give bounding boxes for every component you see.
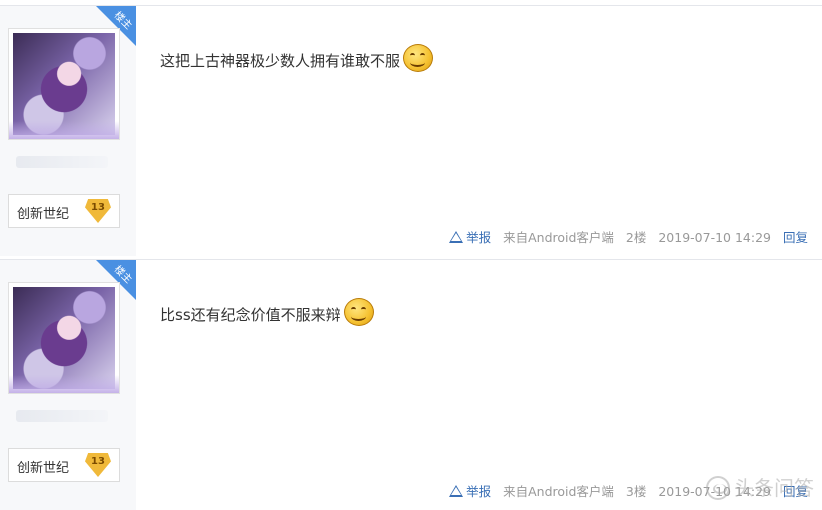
level-name: 创新世纪 bbox=[17, 207, 70, 222]
username-blurred bbox=[16, 410, 108, 422]
avatar[interactable] bbox=[8, 282, 120, 394]
post-source: 来自Android客户端 bbox=[503, 484, 614, 499]
avatar-image bbox=[9, 33, 119, 139]
post-floor-2: 楼主 创新世纪 13 这把上古神器极少数人拥有谁敢不服 举报 来自Android… bbox=[0, 5, 822, 256]
avatar[interactable] bbox=[8, 28, 120, 140]
post-footer: 举报 来自Android客户端 2楼 2019-07-10 14:29 回复 bbox=[449, 227, 808, 246]
report-link[interactable]: 举报 bbox=[466, 230, 491, 245]
watermark: 头条问答 bbox=[706, 472, 814, 501]
post-source: 来自Android客户端 bbox=[503, 230, 614, 245]
post-time: 2019-07-10 14:29 bbox=[658, 230, 771, 245]
username-blurred bbox=[16, 156, 108, 168]
post-text: 比ss还有纪念价值不服来辩 bbox=[160, 306, 341, 324]
post-content: 这把上古神器极少数人拥有谁敢不服 bbox=[160, 44, 434, 72]
level-box[interactable]: 创新世纪 13 bbox=[8, 448, 120, 482]
level-number: 13 bbox=[91, 456, 105, 467]
smile-emoji-icon bbox=[343, 298, 375, 326]
avatar-image bbox=[9, 287, 119, 393]
post-text: 这把上古神器极少数人拥有谁敢不服 bbox=[160, 52, 401, 70]
floor-number: 2楼 bbox=[625, 230, 647, 245]
report-link[interactable]: 举报 bbox=[466, 484, 491, 499]
level-number: 13 bbox=[91, 202, 105, 213]
author-panel: 楼主 创新世纪 13 bbox=[0, 6, 136, 256]
level-name: 创新世纪 bbox=[17, 461, 70, 476]
level-badge: 13 bbox=[85, 199, 111, 223]
toutiao-logo-icon bbox=[706, 476, 730, 500]
level-badge: 13 bbox=[85, 453, 111, 477]
warning-triangle-icon bbox=[449, 485, 464, 497]
floor-number: 3楼 bbox=[625, 484, 647, 499]
post-content: 比ss还有纪念价值不服来辩 bbox=[160, 298, 375, 326]
post-floor-3: 楼主 创新世纪 13 比ss还有纪念价值不服来辩 举报 来自Android客户端… bbox=[0, 259, 822, 510]
author-panel: 楼主 创新世纪 13 bbox=[0, 260, 136, 510]
watermark-text: 头条问答 bbox=[734, 476, 814, 500]
warning-triangle-icon bbox=[449, 231, 464, 243]
smile-emoji-icon bbox=[402, 44, 434, 72]
level-box[interactable]: 创新世纪 13 bbox=[8, 194, 120, 228]
reply-link[interactable]: 回复 bbox=[783, 230, 808, 245]
